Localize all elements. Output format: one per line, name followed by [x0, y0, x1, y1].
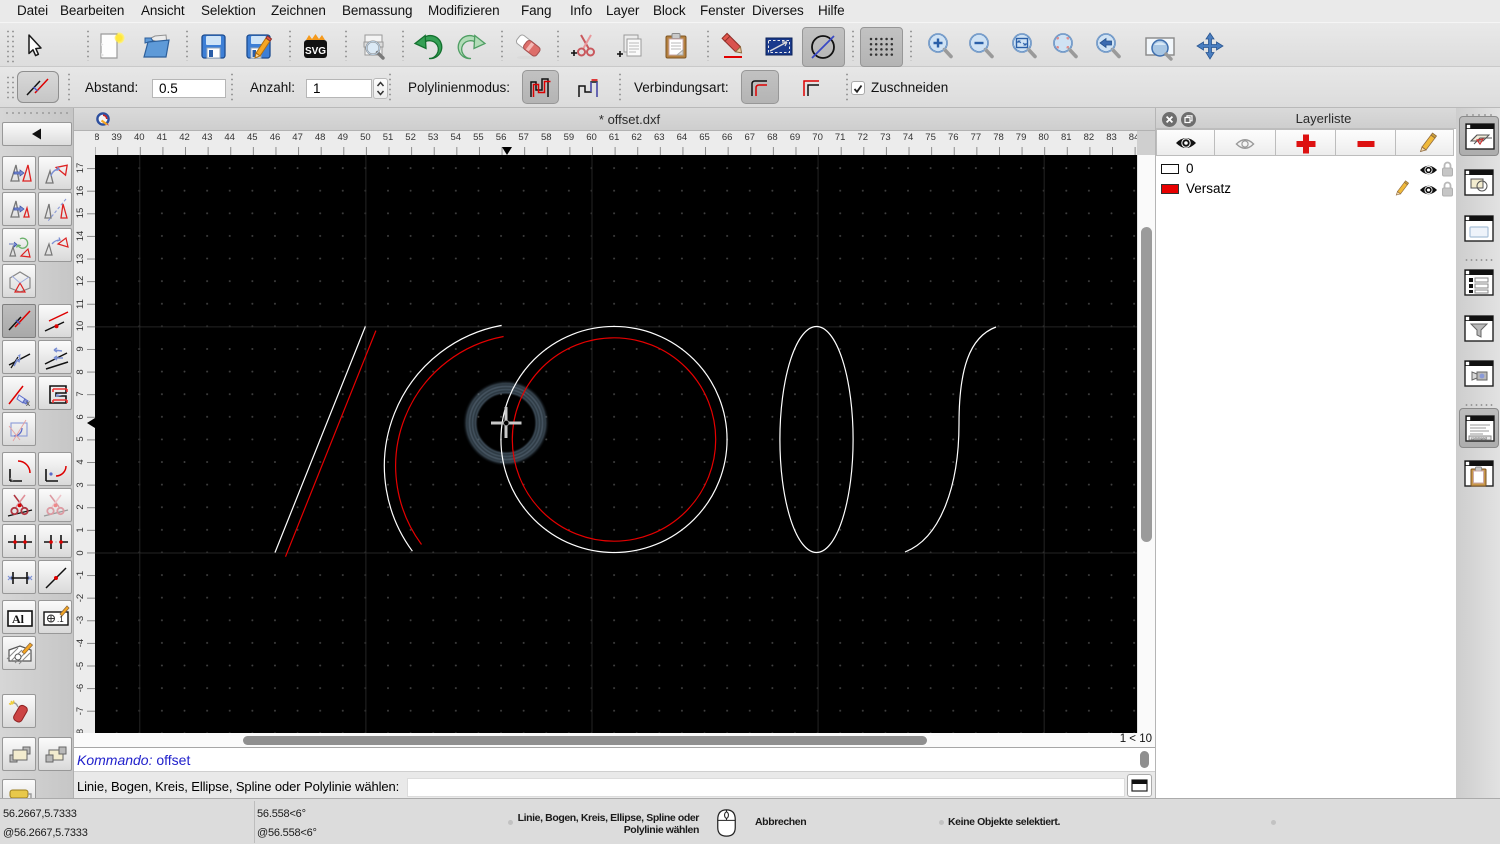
- svg-text:SVG: SVG: [305, 46, 326, 57]
- svg-text:.1: .1: [57, 615, 64, 624]
- svg-text:x: x: [26, 399, 30, 408]
- svg-text:Al: Al: [12, 612, 25, 626]
- svg-text:command: command: [1471, 437, 1487, 441]
